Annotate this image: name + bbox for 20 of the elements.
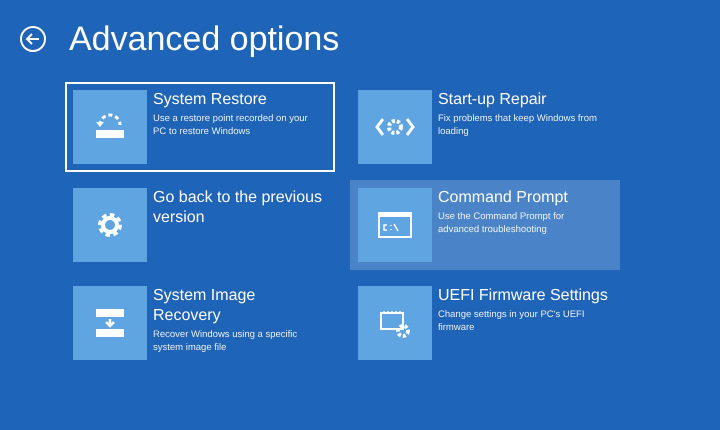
back-icon (19, 25, 47, 53)
option-title: Start-up Repair (438, 90, 548, 110)
option-description: Use a restore point recorded on your PC to restore Windows (153, 112, 309, 138)
option-title: System Image Recovery (153, 286, 256, 326)
option-tile[interactable]: System Restore Use a restore point recorded on your PC to restore Windows (65, 82, 335, 172)
option-title: Go back to the previous version (153, 188, 323, 228)
option-title: UEFI Firmware Settings (438, 286, 608, 306)
option-tile[interactable]: UEFI Firmware Settings Change settings in your PC's UEFI firmware (350, 278, 620, 368)
option-tile[interactable]: System Image Recovery Recover Windows using a specific system image file (65, 278, 335, 368)
page-title: Advanced options (69, 22, 340, 56)
option-description: Fix problems that keep Windows from loading (438, 112, 598, 138)
option-tile[interactable]: Go back to the previous version (65, 180, 335, 270)
option-title: Command Prompt (438, 188, 569, 208)
option-title: System Restore (153, 90, 268, 110)
option-description: Change settings in your PC's UEFI firmware (438, 308, 586, 334)
back-button[interactable] (19, 25, 47, 53)
option-description: Recover Windows using a specific system image file (153, 328, 298, 354)
option-tile[interactable]: Start-up Repair Fix problems that keep Windows from loading (350, 82, 620, 172)
option-tile[interactable]: Command Prompt Use the Command Prompt for advanced troubleshooting (350, 180, 620, 270)
option-description: Use the Command Prompt for advanced troubleshooting (438, 210, 566, 236)
